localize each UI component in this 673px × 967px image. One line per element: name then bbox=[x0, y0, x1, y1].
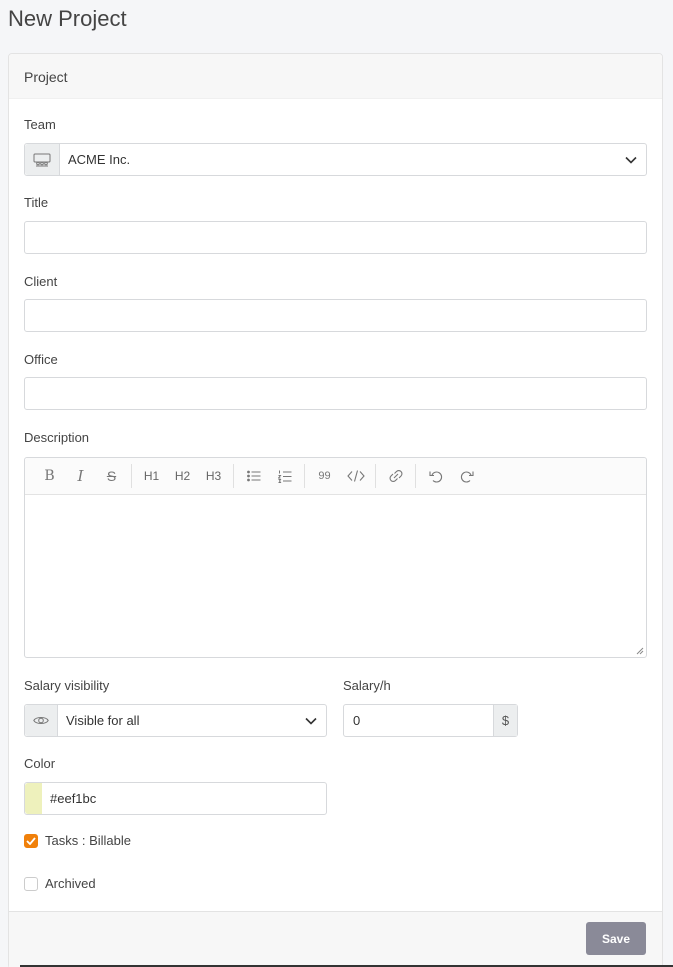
checkbox-checked-icon[interactable] bbox=[24, 833, 38, 848]
team-icon bbox=[25, 144, 60, 175]
tasks-billable-checkbox[interactable]: Tasks : Billable bbox=[24, 833, 131, 848]
toolbar-divider bbox=[375, 464, 376, 488]
toolbar-divider bbox=[304, 464, 305, 488]
salary-visibility-label: Salary visibility bbox=[24, 678, 110, 693]
archived-label: Archived bbox=[45, 876, 96, 891]
code-button[interactable] bbox=[340, 463, 371, 489]
link-button[interactable] bbox=[380, 463, 411, 489]
save-button[interactable]: Save bbox=[586, 922, 646, 955]
card-footer: Save bbox=[9, 911, 662, 967]
color-label: Color bbox=[24, 756, 56, 771]
salary-rate-group: 0 $ bbox=[343, 704, 518, 737]
resize-handle-icon[interactable] bbox=[636, 647, 644, 655]
strike-button[interactable]: S bbox=[96, 463, 127, 489]
quote-button[interactable]: 99 bbox=[309, 463, 340, 489]
salary-visibility-select[interactable]: Visible for all bbox=[24, 704, 327, 737]
toolbar-divider bbox=[233, 464, 234, 488]
title-label: Title bbox=[24, 195, 49, 210]
client-label: Client bbox=[24, 274, 58, 289]
toolbar-divider bbox=[131, 464, 132, 488]
eye-icon bbox=[25, 705, 58, 736]
description-textarea[interactable] bbox=[25, 495, 646, 657]
code-icon bbox=[346, 470, 365, 482]
redo-button[interactable] bbox=[451, 463, 482, 489]
salary-rate-input[interactable]: 0 bbox=[344, 705, 493, 736]
client-input[interactable] bbox=[24, 299, 647, 332]
title-input[interactable] bbox=[24, 221, 647, 254]
quote-icon: 99 bbox=[318, 470, 331, 482]
project-card: Project Team ACME Inc. Title Client Offi… bbox=[8, 53, 663, 967]
h2-button[interactable]: H2 bbox=[167, 463, 198, 489]
team-value: ACME Inc. bbox=[68, 152, 131, 167]
salary-visibility-value: Visible for all bbox=[66, 713, 140, 728]
checkbox-unchecked-icon[interactable] bbox=[24, 876, 38, 891]
description-label: Description bbox=[24, 430, 90, 445]
italic-button[interactable]: I bbox=[65, 463, 96, 489]
archived-checkbox[interactable]: Archived bbox=[24, 876, 96, 891]
description-editor: B I S H1 H2 H3 99 bbox=[24, 457, 647, 658]
strike-icon: S bbox=[106, 468, 117, 484]
office-label: Office bbox=[24, 352, 58, 367]
editor-toolbar: B I S H1 H2 H3 99 bbox=[25, 458, 646, 495]
chevron-down-icon bbox=[296, 717, 326, 725]
italic-icon: I bbox=[77, 467, 84, 485]
team-select[interactable]: ACME Inc. bbox=[24, 143, 647, 176]
toolbar-divider bbox=[415, 464, 416, 488]
chevron-down-icon bbox=[616, 156, 646, 164]
ordered-list-button[interactable] bbox=[269, 463, 300, 489]
h1-button[interactable]: H1 bbox=[136, 463, 167, 489]
office-input[interactable] bbox=[24, 377, 647, 410]
undo-icon bbox=[428, 470, 442, 483]
card-header: Project bbox=[9, 54, 662, 99]
undo-button[interactable] bbox=[420, 463, 451, 489]
tasks-billable-label: Tasks : Billable bbox=[45, 833, 131, 848]
salary-rate-label: Salary/h bbox=[343, 678, 391, 693]
h3-button[interactable]: H3 bbox=[198, 463, 229, 489]
color-swatch[interactable] bbox=[25, 783, 42, 814]
page-title: New Project bbox=[8, 6, 127, 31]
ordered-list-icon bbox=[277, 470, 291, 483]
currency-addon: $ bbox=[493, 705, 517, 736]
bold-button[interactable]: B bbox=[34, 463, 65, 489]
bullet-list-button[interactable] bbox=[238, 463, 269, 489]
redo-icon bbox=[460, 470, 474, 483]
team-label: Team bbox=[24, 117, 56, 132]
bold-icon: B bbox=[44, 468, 55, 484]
link-icon bbox=[389, 470, 402, 482]
color-value: #eef1bc bbox=[50, 791, 97, 806]
bullet-list-icon bbox=[246, 470, 260, 482]
color-input[interactable]: #eef1bc bbox=[24, 782, 327, 815]
